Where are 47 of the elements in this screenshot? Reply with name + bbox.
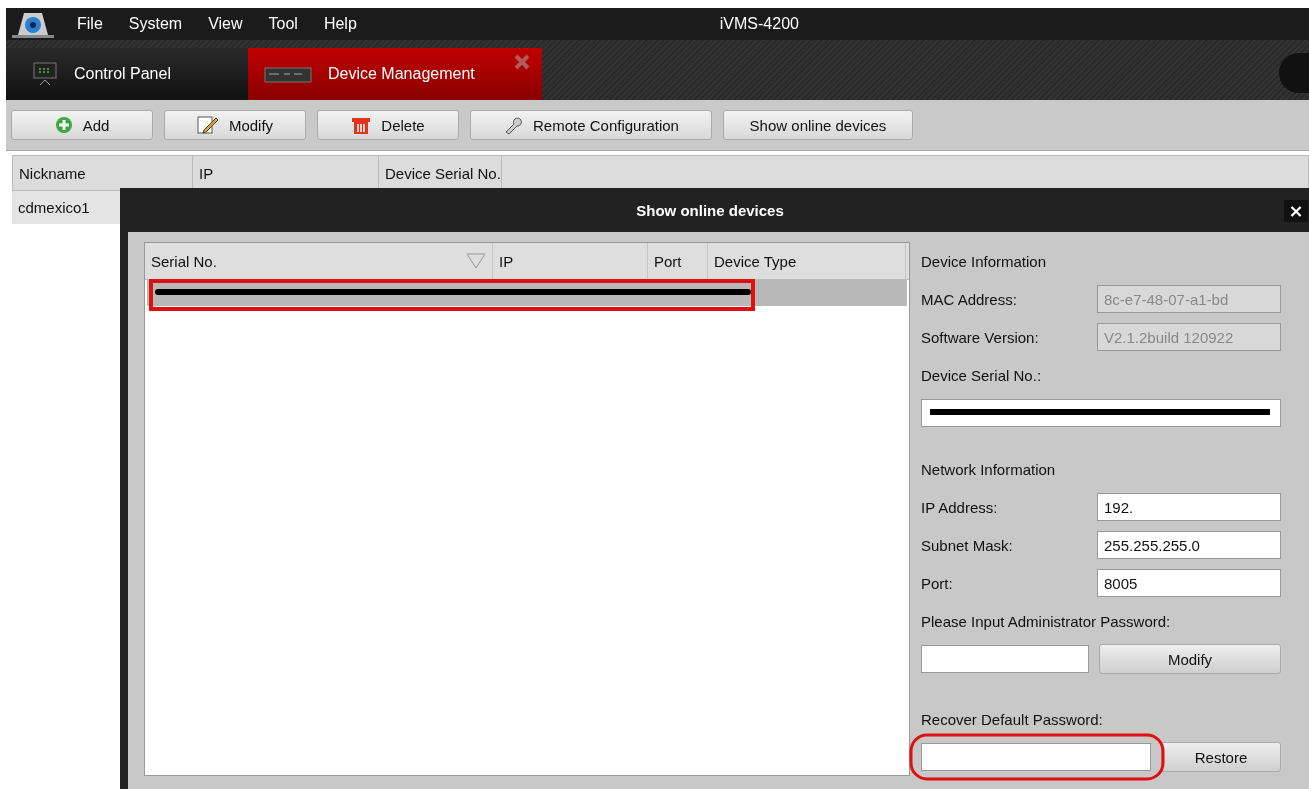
tab[interactable]: Control Panel bbox=[6, 48, 248, 100]
wrench-icon bbox=[503, 115, 524, 135]
dialog-title: Show online devices bbox=[636, 201, 784, 219]
column-header[interactable]: IP bbox=[493, 243, 648, 279]
section-heading: Network Information bbox=[921, 459, 1057, 480]
password-field[interactable] bbox=[921, 645, 1089, 673]
toolbar-button[interactable]: Modify bbox=[164, 110, 306, 140]
menu-item[interactable]: File bbox=[64, 15, 116, 33]
tab[interactable]: Device Management bbox=[248, 48, 542, 100]
tab-label: Control Panel bbox=[74, 65, 171, 83]
toolbar-button[interactable]: Show online devices bbox=[723, 110, 913, 140]
menu-item[interactable]: Help bbox=[310, 15, 370, 33]
toolbar-button[interactable]: Remote Configuration bbox=[470, 110, 712, 140]
modify-button[interactable]: Modify bbox=[1099, 644, 1281, 674]
monitor-icon bbox=[32, 61, 58, 87]
text-field[interactable]: 192. bbox=[1097, 493, 1281, 521]
field-label: Port: bbox=[921, 574, 953, 592]
serial-field[interactable] bbox=[921, 399, 1281, 427]
menu-item[interactable]: View bbox=[195, 15, 256, 33]
field-label: Software Version: bbox=[921, 328, 1039, 346]
section-heading: Device Information bbox=[921, 251, 1048, 272]
text-field[interactable]: 8005 bbox=[1097, 569, 1281, 597]
menu-item[interactable]: System bbox=[115, 15, 196, 33]
menu-item[interactable]: Tool bbox=[255, 15, 311, 33]
field-label: Please Input Administrator Password: bbox=[921, 611, 1172, 632]
text-field[interactable]: 255.255.255.0 bbox=[1097, 531, 1281, 559]
plus-icon bbox=[54, 116, 73, 134]
toolbar-button[interactable]: Add bbox=[11, 110, 153, 140]
pencil-icon bbox=[196, 115, 219, 135]
tab-label: Device Management bbox=[328, 65, 475, 83]
trash-icon bbox=[351, 115, 372, 135]
close-icon[interactable] bbox=[514, 54, 530, 70]
field-label: Device Serial No.: bbox=[921, 365, 1043, 386]
column-header[interactable]: Device Type bbox=[708, 243, 906, 279]
column-header[interactable]: Serial No. bbox=[145, 243, 493, 279]
column-header[interactable]: Port bbox=[648, 243, 708, 279]
toolbar-button[interactable]: Delete bbox=[317, 110, 459, 140]
recorder-icon bbox=[264, 65, 312, 83]
sort-icon bbox=[466, 253, 486, 269]
field-label: MAC Address: bbox=[921, 290, 1017, 308]
app-title: iVMS-4200 bbox=[719, 15, 799, 33]
recover-field[interactable] bbox=[921, 743, 1151, 771]
restore-button[interactable]: Restore bbox=[1161, 742, 1281, 772]
field-label: Subnet Mask: bbox=[921, 536, 1013, 554]
field-label: IP Address: bbox=[921, 498, 998, 516]
field-label: Recover Default Password: bbox=[921, 709, 1104, 730]
close-button[interactable]: × bbox=[1284, 200, 1308, 222]
